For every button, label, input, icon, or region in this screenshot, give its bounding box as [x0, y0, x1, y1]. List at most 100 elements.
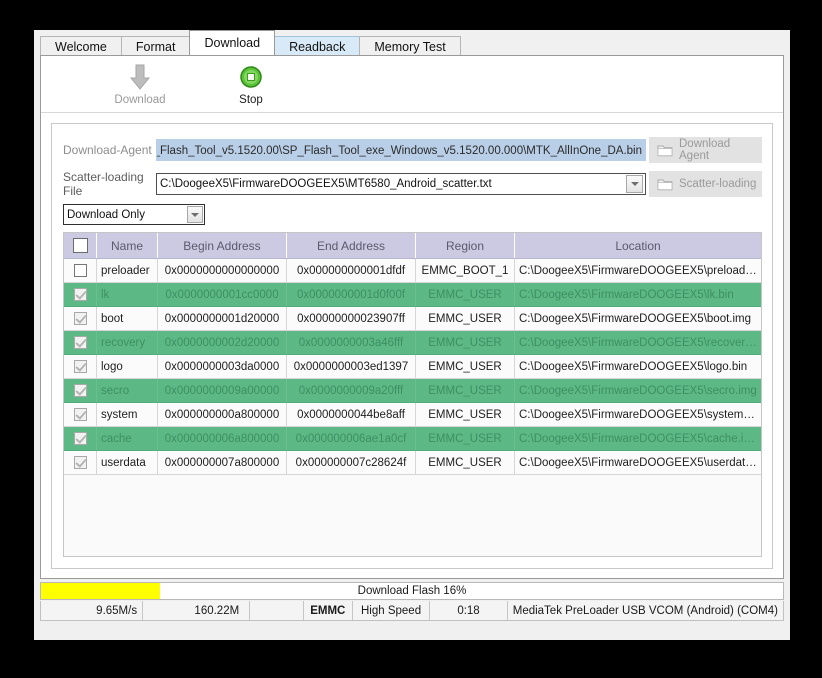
stop-button-label: Stop	[239, 94, 263, 106]
partition-table-container[interactable]: Name Begin Address End Address Region Lo…	[63, 232, 762, 557]
header-region[interactable]: Region	[415, 233, 515, 259]
partition-table-head: Name Begin Address End Address Region Lo…	[64, 233, 761, 259]
row-checkbox[interactable]	[73, 312, 87, 325]
stop-button[interactable]: Stop	[208, 62, 294, 106]
cell-name: userdata	[96, 450, 158, 475]
progress-bar-label: Download Flash 16%	[357, 585, 467, 597]
row-checkbox[interactable]	[73, 336, 87, 349]
tab-bar: Welcome Format Download Readback Memory Test	[40, 30, 790, 57]
header-begin-address[interactable]: Begin Address	[157, 233, 287, 259]
table-row[interactable]: userdata 0x000000007a800000 0x000000007c28…	[64, 450, 761, 475]
table-row[interactable]: boot 0x0000000001d20000 0x00000000023907ff…	[64, 306, 761, 331]
download-agent-value: X5\SP_Flash_Tool_v5.1520.00\SP_Flash_Too…	[156, 145, 642, 157]
cell-name: secro	[96, 378, 158, 403]
partition-table: Name Begin Address End Address Region Lo…	[64, 233, 761, 475]
header-name[interactable]: Name	[96, 233, 158, 259]
status-size: 160.22M	[143, 601, 251, 620]
cell-region: EMMC_USER	[415, 378, 515, 403]
row-checkbox-cell[interactable]	[64, 306, 97, 331]
cell-location: C:\DoogeeX5\FirmwareDOOGEEX5\preloader_h…	[514, 258, 761, 283]
row-checkbox-cell[interactable]	[64, 378, 97, 403]
status-blank	[250, 601, 304, 620]
table-header-row: Name Begin Address End Address Region Lo…	[64, 233, 761, 259]
row-checkbox[interactable]	[73, 384, 87, 397]
table-row[interactable]: system 0x000000000a800000 0x0000000044be8a…	[64, 402, 761, 427]
table-row[interactable]: recovery 0x0000000002d20000 0x0000000003a4…	[64, 330, 761, 355]
cell-end-address: 0x000000000001dfdf	[286, 258, 416, 283]
download-button-label: Download	[114, 94, 166, 106]
cell-name: logo	[96, 354, 158, 379]
download-mode-value: Download Only	[67, 208, 145, 221]
cell-region: EMMC_USER	[415, 282, 515, 307]
row-checkbox-cell[interactable]	[64, 354, 97, 379]
folder-icon	[657, 178, 673, 191]
download-agent-browse-button[interactable]: Download Agent	[649, 137, 762, 163]
tab-welcome[interactable]: Welcome	[40, 36, 122, 57]
row-checkbox[interactable]	[73, 360, 87, 373]
header-select-all[interactable]	[64, 233, 97, 259]
row-checkbox[interactable]	[73, 408, 87, 421]
row-checkbox-cell[interactable]	[64, 450, 97, 475]
cell-name: boot	[96, 306, 158, 331]
table-row[interactable]: secro 0x0000000009a00000 0x0000000009a20ff…	[64, 378, 761, 403]
row-checkbox[interactable]	[73, 432, 87, 445]
download-button[interactable]: Download	[97, 62, 183, 106]
cell-end-address: 0x0000000003a46fff	[286, 330, 416, 355]
cell-end-address: 0x00000000023907ff	[286, 306, 416, 331]
row-checkbox[interactable]	[73, 456, 87, 469]
cell-name: system	[96, 402, 158, 427]
chevron-down-icon[interactable]	[187, 206, 203, 223]
folder-icon	[657, 144, 673, 157]
sp-flash-tool-window: Welcome Format Download Readback Memory Test…	[34, 30, 790, 640]
cell-region: EMMC_USER	[415, 330, 515, 355]
cell-region: EMMC_USER	[415, 354, 515, 379]
cell-begin-address: 0x0000000000000000	[157, 258, 287, 283]
table-row[interactable]: logo 0x0000000003da0000 0x0000000003ed1397…	[64, 354, 761, 379]
download-mode-combo[interactable]: Download Only	[63, 204, 205, 225]
scatter-loading-label: Scatter-loading File	[63, 170, 144, 198]
cell-location: C:\DoogeeX5\FirmwareDOOGEEX5\logo.bin	[514, 354, 761, 379]
scatter-loading-value: C:\DoogeeX5\FirmwareDOOGEEX5\MT6580_Andr…	[160, 178, 492, 190]
download-form: Download-Agent X5\SP_Flash_Tool_v5.1520.…	[51, 123, 773, 569]
cell-end-address: 0x000000007c28624f	[286, 450, 416, 475]
cell-location: C:\DoogeeX5\FirmwareDOOGEEX5\recovery.im…	[514, 330, 761, 355]
tab-download[interactable]: Download	[189, 30, 276, 55]
chevron-down-icon[interactable]	[626, 175, 643, 193]
table-row[interactable]: preloader 0x0000000000000000 0x00000000000…	[64, 258, 761, 283]
cell-begin-address: 0x0000000009a00000	[157, 378, 287, 403]
download-agent-label: Download-Agent	[63, 143, 152, 157]
cell-location: C:\DoogeeX5\FirmwareDOOGEEX5\system.img	[514, 402, 761, 427]
row-checkbox-cell[interactable]	[64, 258, 97, 283]
screenshot-root: Welcome Format Download Readback Memory Test…	[0, 0, 822, 678]
select-all-checkbox[interactable]	[72, 238, 88, 254]
cell-end-address: 0x0000000044be8aff	[286, 402, 416, 427]
row-checkbox-cell[interactable]	[64, 282, 97, 307]
download-agent-field[interactable]: X5\SP_Flash_Tool_v5.1520.00\SP_Flash_Too…	[156, 139, 646, 161]
row-checkbox[interactable]	[73, 264, 87, 277]
tab-readback[interactable]: Readback	[274, 36, 361, 57]
scatter-loading-browse-label: Scatter-loading	[679, 178, 757, 190]
cell-end-address: 0x0000000009a20fff	[286, 378, 416, 403]
cell-end-address: 0x0000000003ed1397	[286, 354, 416, 379]
row-checkbox-cell[interactable]	[64, 402, 97, 427]
table-row[interactable]: cache 0x000000006a800000 0x000000006ae1a0c…	[64, 426, 761, 451]
header-end-address[interactable]: End Address	[286, 233, 416, 259]
scatter-loading-combo[interactable]: C:\DoogeeX5\FirmwareDOOGEEX5\MT6580_Andr…	[156, 173, 646, 195]
download-arrow-icon	[97, 62, 183, 92]
cell-location: C:\DoogeeX5\FirmwareDOOGEEX5\userdata.im…	[514, 450, 761, 475]
row-checkbox-cell[interactable]	[64, 330, 97, 355]
status-storage: EMMC	[304, 601, 353, 620]
tab-memory-test[interactable]: Memory Test	[359, 36, 461, 57]
progress-bar: Download Flash 16%	[40, 582, 784, 600]
header-location[interactable]: Location	[514, 233, 761, 259]
status-port: MediaTek PreLoader USB VCOM (Android) (C…	[512, 604, 778, 617]
table-row[interactable]: lk 0x0000000001cc0000 0x0000000001d0f00f EM…	[64, 282, 761, 307]
download-tab-panel: Download Stop Download-Agent X5\SP_Flash…	[40, 55, 784, 579]
row-checkbox[interactable]	[73, 288, 87, 301]
tab-format[interactable]: Format	[120, 36, 191, 57]
cell-location: C:\DoogeeX5\FirmwareDOOGEEX5\secro.img	[514, 378, 761, 403]
cell-begin-address: 0x000000006a800000	[157, 426, 287, 451]
scatter-loading-browse-button[interactable]: Scatter-loading	[649, 171, 762, 197]
row-checkbox-cell[interactable]	[64, 426, 97, 451]
cell-name: lk	[96, 282, 158, 307]
